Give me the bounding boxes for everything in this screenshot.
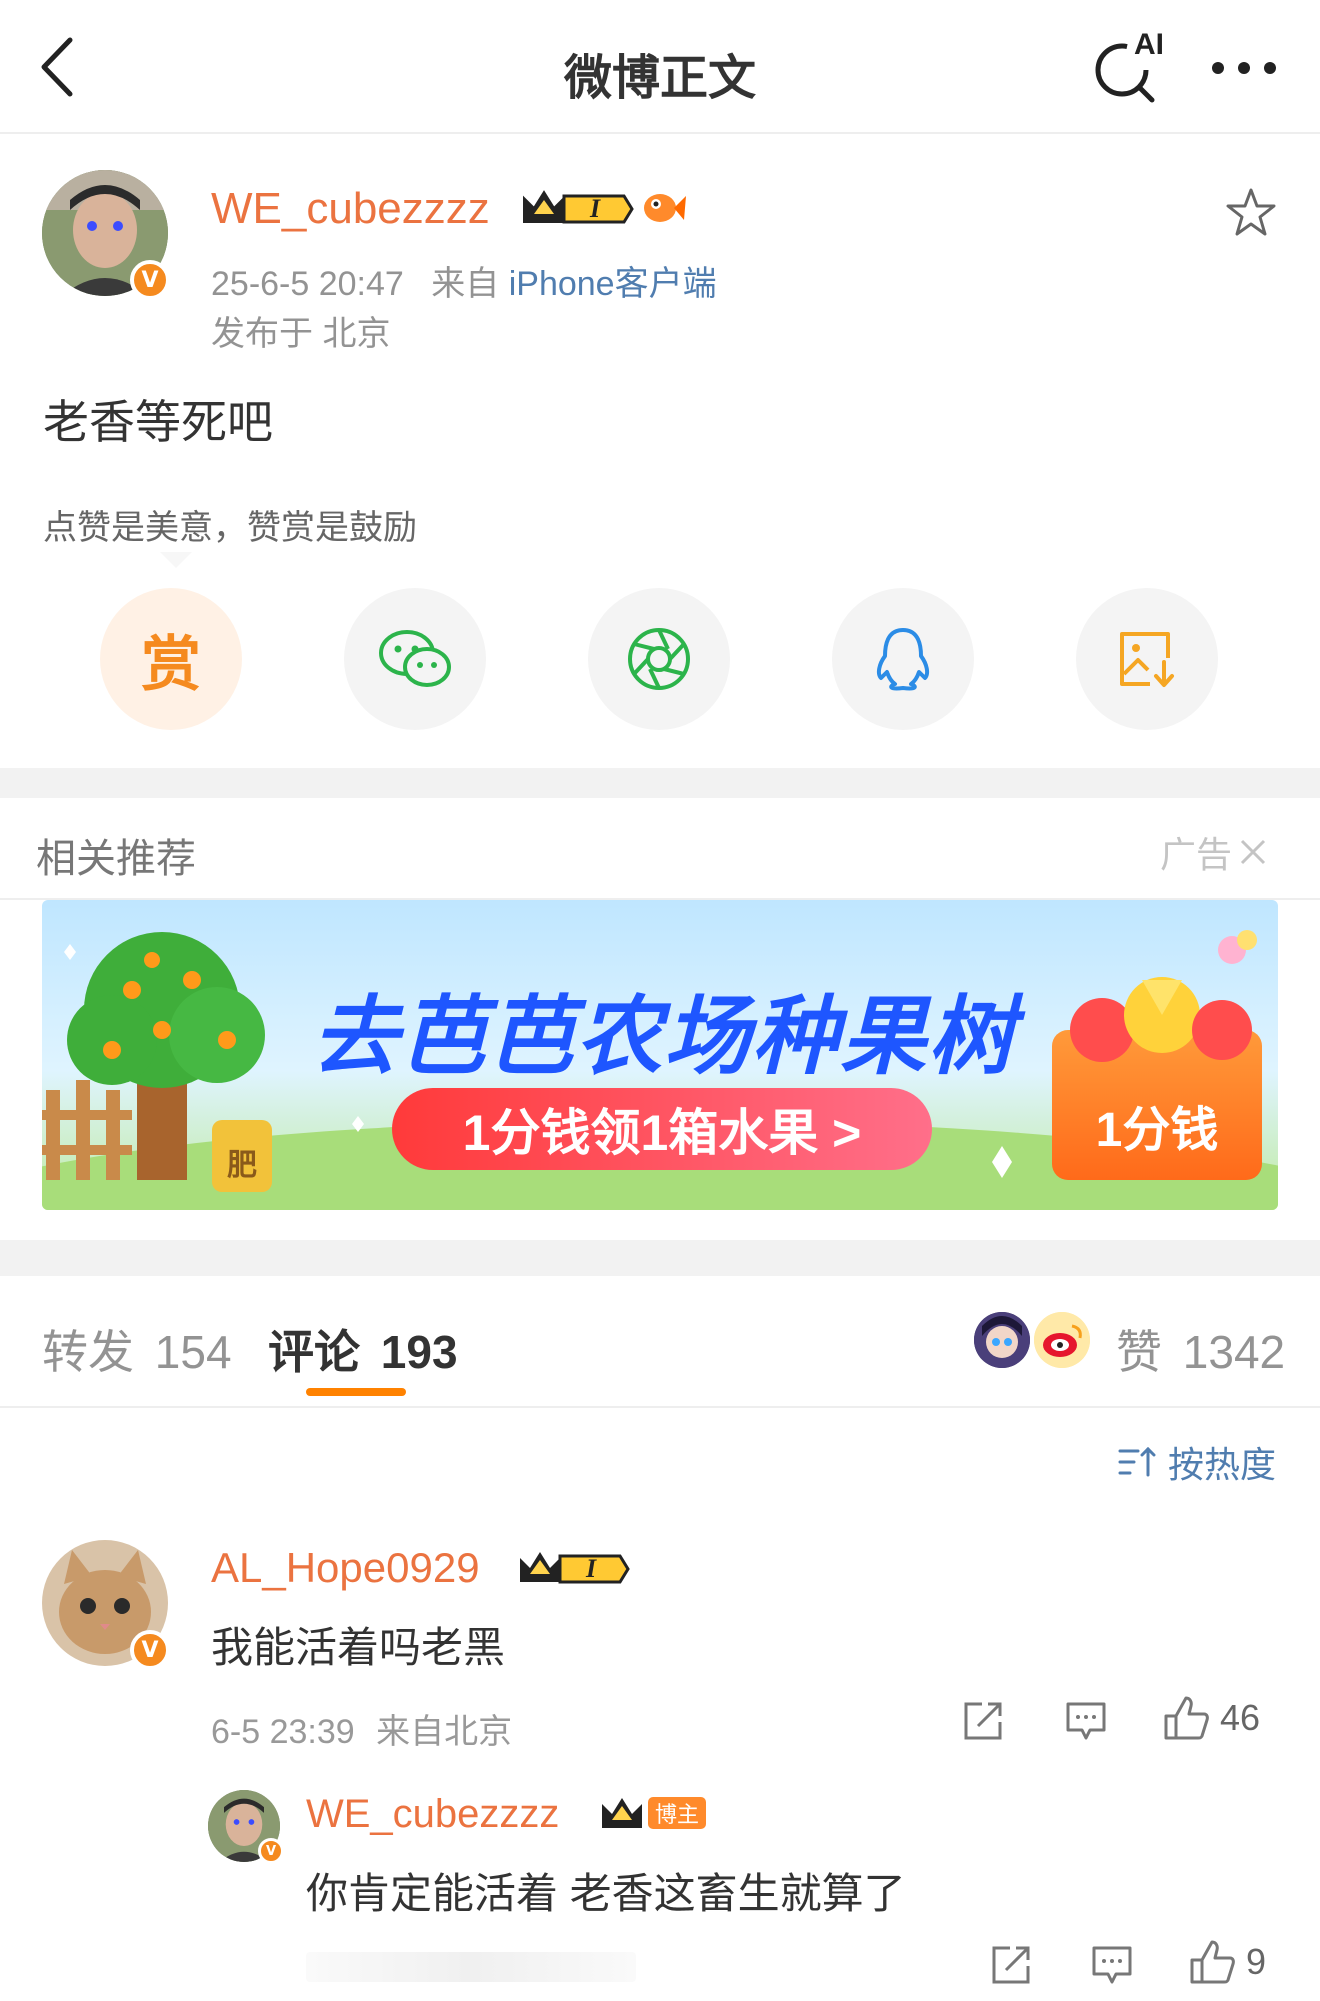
- more-dots-icon: [1212, 62, 1276, 74]
- comment-like-count: 46: [1220, 1697, 1261, 1738]
- reply-username[interactable]: WE_cubezzzz: [306, 1792, 559, 1837]
- ad-label: 广告: [1160, 834, 1233, 875]
- share-wechat-button[interactable]: [344, 588, 486, 730]
- ad-cta[interactable]: 1分钱领1箱水果 >: [392, 1088, 932, 1170]
- verified-badge: V: [258, 1838, 284, 1864]
- ad-fertilizer-label: 肥: [227, 1149, 257, 1182]
- author-name[interactable]: WE_cubezzzz: [211, 184, 490, 234]
- close-icon: [1240, 839, 1266, 865]
- save-image-button[interactable]: [1076, 588, 1218, 730]
- share-icon: [964, 1702, 1002, 1740]
- sort-toggle[interactable]: 按热度: [1118, 1436, 1276, 1488]
- post-meta: 25-6-5 20:47 来自 iPhone客户端: [211, 256, 717, 305]
- related-title: 相关推荐: [36, 837, 196, 881]
- tab-like-label: 赞: [1116, 1326, 1162, 1378]
- comment-reply-button[interactable]: [1064, 1700, 1108, 1742]
- comment-time: 6-5 23:39: [211, 1713, 355, 1751]
- divider: [0, 1406, 1320, 1408]
- blurred-meta: [306, 1952, 636, 1982]
- ad-headline: 去芭芭农场种果树: [312, 989, 1016, 1085]
- reply-share-button[interactable]: [988, 1942, 1034, 1988]
- reply-like-count: 9: [1246, 1941, 1267, 1982]
- crown-badge: [598, 1794, 646, 1834]
- active-tab-indicator: [306, 1388, 406, 1396]
- ad-banner[interactable]: 去芭芭农场种果树 1分钱领1箱水果 > 1分钱 肥: [42, 900, 1278, 1210]
- fish-icon: [644, 194, 686, 222]
- thumbs-up-icon: [1190, 1940, 1235, 1984]
- reply-text: 你肯定能活着 老香这畜生就算了: [306, 1870, 906, 1917]
- from-prefix: 来自: [431, 265, 500, 303]
- tab-repost[interactable]: 转发 154: [42, 1316, 232, 1382]
- comment-icon: [1066, 1702, 1106, 1740]
- vip-level: I: [586, 1554, 597, 1583]
- share-qq-button[interactable]: [832, 588, 974, 730]
- thumbs-up-icon: [1164, 1696, 1209, 1740]
- anime-avatar-icon: [974, 1312, 1030, 1368]
- wechat-icon: [379, 630, 451, 687]
- fish-badge: [642, 188, 686, 228]
- weibo-logo-icon: [1034, 1312, 1090, 1368]
- comment-location: 来自北京: [376, 1713, 513, 1751]
- ad-close[interactable]: 广告: [1160, 826, 1268, 878]
- share-moments-button[interactable]: [588, 588, 730, 730]
- share-icon: [992, 1946, 1030, 1984]
- comment-like-button[interactable]: 46: [1162, 1694, 1260, 1742]
- vip-level-badge[interactable]: I: [520, 186, 636, 232]
- tab-like[interactable]: 赞 1342: [1116, 1316, 1285, 1382]
- tab-repost-count: 154: [154, 1326, 232, 1378]
- comment-share-button[interactable]: [960, 1698, 1006, 1744]
- weibo-detail-page: 微博正文 AI V WE_cubezzzz I 25-6-5 20:47 来自 …: [0, 0, 1320, 2001]
- liker-avatar-2[interactable]: [1034, 1312, 1090, 1368]
- post-source[interactable]: iPhone客户端: [509, 265, 717, 303]
- reply-like-button[interactable]: 9: [1188, 1938, 1266, 1986]
- reward-button[interactable]: 赏: [100, 588, 242, 730]
- comment-text: 我能活着吗老黑: [211, 1624, 506, 1671]
- sort-icon: [1118, 1446, 1156, 1477]
- comment-meta: 6-5 23:39 来自北京: [211, 1704, 512, 1753]
- tab-repost-label: 转发: [42, 1326, 134, 1378]
- more-button[interactable]: [1208, 50, 1280, 86]
- comment-username[interactable]: AL_Hope0929: [211, 1544, 480, 1592]
- qq-penguin-icon: [876, 628, 930, 691]
- tab-comment-count: 193: [380, 1326, 458, 1378]
- liker-avatar-1[interactable]: [974, 1312, 1030, 1368]
- post-content: 老香等死吧: [43, 396, 273, 448]
- reply-comment-button[interactable]: [1090, 1944, 1134, 1986]
- section-gap-2: [0, 1240, 1320, 1276]
- ai-label: AI: [1134, 28, 1164, 61]
- tab-comment-label: 评论: [268, 1326, 360, 1378]
- reward-tip: 点赞是美意，赞赏是鼓励: [43, 509, 417, 547]
- vip-level: I: [590, 194, 601, 223]
- ad-badge: 1分钱: [1095, 1104, 1219, 1157]
- author-badge: 博主: [648, 1797, 706, 1829]
- post-location: 发布于 北京: [211, 315, 391, 353]
- top-nav-bar: 微博正文 AI: [0, 0, 1320, 134]
- ai-search-button[interactable]: AI: [1090, 28, 1170, 106]
- favorite-button[interactable]: [1224, 186, 1278, 238]
- crown-icon: [523, 190, 634, 224]
- post-time: 25-6-5 20:47: [211, 265, 404, 303]
- section-gap: [0, 768, 1320, 798]
- verified-badge: V: [130, 260, 170, 300]
- sort-label: 按热度: [1168, 1444, 1277, 1485]
- crown-icon: [602, 1798, 642, 1828]
- verified-badge: V: [130, 1630, 170, 1670]
- crown-icon: [520, 1552, 630, 1584]
- reward-label: 赏: [141, 630, 201, 698]
- tab-comment[interactable]: 评论 193: [268, 1316, 458, 1382]
- tab-like-count: 1342: [1182, 1326, 1286, 1378]
- tip-arrow: [160, 552, 192, 568]
- vip-level-badge[interactable]: I: [516, 1546, 632, 1592]
- moments-shutter-icon: [628, 628, 690, 690]
- star-icon: [1226, 188, 1276, 236]
- save-image-icon: [1120, 632, 1174, 687]
- comment-icon: [1092, 1946, 1132, 1984]
